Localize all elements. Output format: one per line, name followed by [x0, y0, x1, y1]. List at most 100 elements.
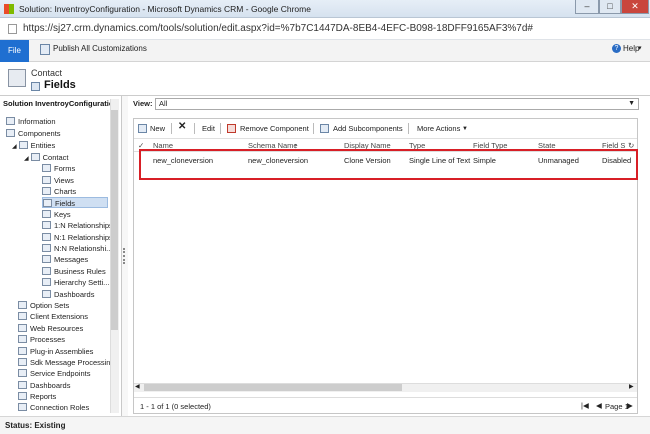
publish-icon: [40, 44, 50, 55]
chevron-down-icon: ▼: [628, 100, 635, 107]
nav-item-entity-dashboards[interactable]: Dashboards: [42, 289, 94, 300]
nav-item-keys[interactable]: Keys: [42, 209, 71, 220]
nav-item-client-extensions[interactable]: Client Extensions: [18, 311, 88, 322]
nav-item-dashboards[interactable]: Dashboards: [18, 380, 70, 391]
page-header: Contact Fields: [0, 62, 650, 96]
nav-item-hierarchy-settings[interactable]: Hierarchy Setti...: [42, 277, 109, 288]
nav-item-option-sets[interactable]: Option Sets: [18, 300, 69, 311]
messages-icon: [42, 255, 51, 263]
scroll-left-arrow-icon[interactable]: ◀: [135, 383, 140, 390]
add-subcomponents-button[interactable]: Add Subcomponents: [333, 124, 403, 133]
delete-icon[interactable]: ✕: [178, 121, 186, 132]
nav-item-charts[interactable]: Charts: [42, 186, 76, 197]
option-sets-icon: [18, 301, 27, 309]
record-count: 1 - 1 of 1 (0 selected): [140, 402, 211, 411]
hierarchy-icon: [42, 278, 51, 286]
fields-icon: [31, 82, 40, 91]
nav-item-contact[interactable]: ◢ Contact: [24, 152, 68, 163]
nav-item-forms[interactable]: Forms: [42, 163, 75, 174]
view-selector[interactable]: All ▼: [155, 98, 639, 110]
dashboard-icon: [18, 381, 27, 389]
nav-item-service-endpoints[interactable]: Service Endpoints: [18, 368, 90, 379]
fields-icon: [43, 199, 52, 207]
separator: [194, 123, 195, 134]
crm-toolbar: Publish All Customizations ? Help ▾: [0, 40, 650, 62]
splitter-grip-icon: [123, 248, 125, 264]
keys-icon: [42, 210, 51, 218]
new-button[interactable]: New: [150, 124, 165, 133]
chevron-down-icon: ▾: [638, 45, 642, 52]
relationship-icon: [42, 244, 51, 252]
plugin-icon: [18, 347, 27, 355]
grid-scrollbar-thumb[interactable]: [144, 384, 402, 391]
information-icon: [6, 117, 15, 125]
entities-icon: [18, 141, 28, 149]
nav-item-business-rules[interactable]: Business Rules: [42, 266, 106, 277]
nav-item-n1-relationships[interactable]: N:1 Relationships: [42, 232, 113, 243]
connection-roles-icon: [18, 403, 27, 411]
status-text: Status: Existing: [5, 421, 66, 430]
components-icon: [6, 129, 15, 137]
view-selected-value: All: [159, 99, 168, 108]
page-title: Fields: [44, 79, 76, 91]
scroll-right-arrow-icon[interactable]: ▶: [629, 383, 634, 390]
page-indicator: Page 1: [605, 402, 629, 411]
separator: [408, 123, 409, 134]
nav-item-fields[interactable]: Fields: [42, 197, 108, 208]
nav-item-messages[interactable]: Messages: [42, 254, 88, 265]
nav-item-processes[interactable]: Processes: [18, 334, 65, 345]
expand-arrow-icon: ◢: [12, 144, 17, 150]
nav-item-1n-relationships[interactable]: 1:N Relationships: [42, 220, 113, 231]
processes-icon: [18, 335, 27, 343]
nav-item-reports[interactable]: Reports: [18, 391, 56, 402]
forms-icon: [42, 164, 51, 172]
grid-footer: 1 - 1 of 1 (0 selected) |◀ ◀ Page 1 ▶: [134, 397, 637, 413]
nav-item-entities[interactable]: ◢ Entities: [12, 140, 55, 151]
remove-component-icon: [227, 124, 236, 133]
pane-splitter[interactable]: [122, 96, 128, 416]
grid-command-bar: New ✕ Edit Remove Component Add Subcompo…: [134, 119, 637, 139]
close-button[interactable]: ✕: [621, 0, 649, 14]
separator: [220, 123, 221, 134]
more-actions-button[interactable]: More Actions: [417, 124, 460, 133]
nav-item-views[interactable]: Views: [42, 175, 74, 186]
solution-navigation: Solution InventroyConfiguration Informat…: [0, 96, 122, 416]
app-icon: [4, 4, 14, 14]
maximize-button[interactable]: □: [599, 0, 621, 14]
entity-label: Contact: [31, 68, 63, 78]
edit-button[interactable]: Edit: [202, 124, 215, 133]
highlight-box: [139, 149, 638, 180]
url-text[interactable]: https://sj27.crm.dynamics.com/tools/solu…: [23, 23, 533, 34]
nav-item-information[interactable]: Information: [6, 116, 56, 127]
contact-icon: [30, 153, 40, 161]
web-resources-icon: [18, 324, 27, 332]
file-button[interactable]: File: [0, 40, 29, 62]
address-bar[interactable]: https://sj27.crm.dynamics.com/tools/solu…: [0, 18, 650, 40]
nav-item-nn-relationships[interactable]: N:N Relationshi...: [42, 243, 112, 254]
nav-item-connection-roles[interactable]: Connection Roles: [18, 402, 89, 413]
next-page-icon[interactable]: ▶: [627, 401, 633, 410]
relationship-icon: [42, 221, 51, 229]
window-title: Solution: InventroyConfiguration - Micro…: [19, 4, 311, 14]
nav-item-plugin-assemblies[interactable]: Plug-in Assemblies: [18, 346, 93, 357]
nav-item-components[interactable]: Components: [6, 128, 61, 139]
first-page-icon[interactable]: |◀: [581, 401, 589, 410]
separator: [171, 123, 172, 134]
charts-icon: [42, 187, 51, 195]
chevron-down-icon: ▼: [462, 126, 468, 132]
nav-item-sdk-message-processing[interactable]: Sdk Message Processin...: [18, 357, 117, 368]
previous-page-icon[interactable]: ◀: [596, 401, 602, 410]
dashboard-icon: [42, 290, 51, 298]
publish-all-button[interactable]: Publish All Customizations: [53, 44, 147, 53]
new-icon: [138, 124, 147, 133]
expand-arrow-icon: ◢: [24, 156, 29, 162]
help-button[interactable]: Help: [623, 44, 639, 53]
minimize-button[interactable]: –: [575, 0, 599, 14]
nav-scrollbar-thumb[interactable]: [111, 110, 118, 330]
status-bar: Status: Existing: [0, 416, 650, 434]
sdk-icon: [18, 358, 27, 366]
remove-component-button[interactable]: Remove Component: [240, 124, 309, 133]
service-endpoint-icon: [18, 369, 27, 377]
window-titlebar: Solution: InventroyConfiguration - Micro…: [0, 0, 650, 18]
nav-item-web-resources[interactable]: Web Resources: [18, 323, 83, 334]
